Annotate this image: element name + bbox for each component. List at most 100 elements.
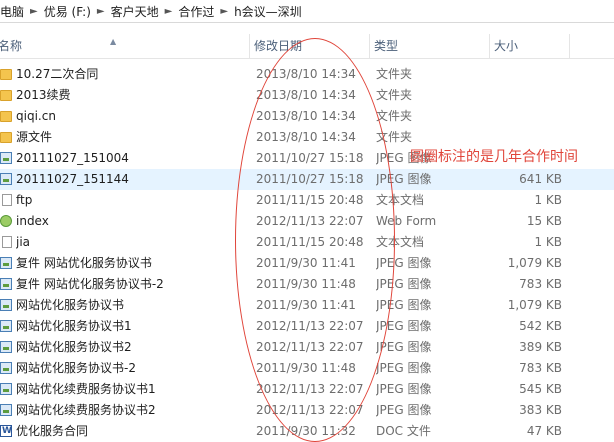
file-row[interactable]: 网站优化续费服务协议书1 2012/11/13 22:07 JPEG 图像 545 K… [0, 379, 614, 400]
file-size: 1 KB [534, 235, 562, 249]
file-name: 网站优化服务协议书2 [16, 340, 132, 354]
file-date: 2012/11/13 22:07 [256, 403, 364, 417]
word-doc-icon [0, 421, 12, 442]
file-name: 20111027_151004 [16, 151, 129, 165]
file-row[interactable]: qiqi.cn 2013/8/10 14:34 文件夹 [0, 106, 614, 127]
file-row[interactable]: 20111027_151144 2011/10/27 15:18 JPEG 图像 64… [0, 169, 614, 190]
file-name: 网站优化续费服务协议书1 [16, 382, 156, 396]
file-name: jia [16, 235, 31, 249]
file-type: JPEG 图像 [376, 340, 432, 354]
file-date: 2011/11/15 20:48 [256, 193, 364, 207]
file-name: 优化服务合同 [16, 424, 89, 438]
file-size: 1,079 KB [507, 256, 562, 270]
column-header-size[interactable]: 大小 [490, 34, 570, 58]
file-type: JPEG 图像 [376, 319, 432, 333]
file-name: 网站优化续费服务协议书2 [16, 403, 156, 417]
file-date: 2011/10/27 15:18 [256, 151, 364, 165]
file-date: 2011/9/30 11:32 [256, 424, 356, 438]
file-type: JPEG 图像 [376, 382, 432, 396]
file-date: 2013/8/10 14:34 [256, 88, 356, 102]
file-date: 2013/8/10 14:34 [256, 109, 356, 123]
folder-icon [0, 90, 12, 101]
file-row[interactable]: 网站优化续费服务协议书2 2012/11/13 22:07 JPEG 图像 383 K… [0, 400, 614, 421]
column-header-name[interactable]: ▲ 名称 [0, 34, 250, 58]
image-icon [0, 383, 12, 395]
file-date: 2012/11/13 22:07 [256, 340, 364, 354]
file-date: 2011/11/15 20:48 [256, 235, 364, 249]
file-row[interactable]: 复件 网站优化服务协议书 2011/9/30 11:41 JPEG 图像 1,079 … [0, 253, 614, 274]
file-row[interactable]: 网站优化服务协议书-2 2011/9/30 11:48 JPEG 图像 783 KB [0, 358, 614, 379]
breadcrumb-computer[interactable]: 电脑 [0, 3, 30, 20]
file-name: 2013续费 [16, 88, 71, 102]
chevron-right-icon[interactable]: ► [165, 6, 179, 17]
image-icon [0, 299, 12, 311]
breadcrumb-cooperated[interactable]: 合作过 [178, 3, 220, 20]
file-row[interactable]: ftp 2011/11/15 20:48 文本文档 1 KB [0, 190, 614, 211]
chevron-right-icon[interactable]: ► [30, 6, 44, 17]
file-size: 783 KB [519, 361, 562, 375]
image-icon [0, 152, 12, 164]
chevron-right-icon[interactable]: ► [97, 6, 111, 17]
file-date: 2013/8/10 14:34 [256, 67, 356, 81]
file-name: 网站优化服务协议书1 [16, 319, 132, 333]
web-form-icon [0, 215, 12, 227]
address-bar[interactable]: 电脑 ► 优易 (F:) ► 客户天地 ► 合作过 ► h会议—深圳 [0, 0, 614, 23]
image-icon [0, 320, 12, 332]
file-name: 网站优化服务协议书 [16, 298, 125, 312]
file-name: index [16, 214, 49, 228]
file-row[interactable]: index 2012/11/13 22:07 Web Form 15 KB [0, 211, 614, 232]
text-file-icon [2, 194, 12, 206]
file-name: ftp [16, 193, 33, 207]
file-type: 文件夹 [376, 109, 413, 123]
file-row[interactable]: 网站优化服务协议书 2011/9/30 11:41 JPEG 图像 1,079 KB [0, 295, 614, 316]
folder-icon [0, 69, 12, 80]
file-size [490, 85, 562, 106]
breadcrumb-current-folder[interactable]: h会议—深圳 [234, 3, 308, 20]
file-size [490, 106, 562, 127]
file-date: 2013/8/10 14:34 [256, 130, 356, 144]
file-name: 源文件 [16, 130, 53, 144]
file-size: 1,079 KB [507, 298, 562, 312]
file-type: JPEG 图像 [376, 172, 432, 186]
file-size [490, 127, 562, 148]
file-size: 383 KB [519, 403, 562, 417]
file-row[interactable]: jia 2011/11/15 20:48 文本文档 1 KB [0, 232, 614, 253]
file-name: 20111027_151144 [16, 172, 129, 186]
file-row[interactable]: 2013续费 2013/8/10 14:34 文件夹 [0, 85, 614, 106]
breadcrumb-drive[interactable]: 优易 (F:) [44, 3, 97, 20]
file-row[interactable]: 源文件 2013/8/10 14:34 文件夹 [0, 127, 614, 148]
file-name: 10.27二次合同 [16, 67, 99, 81]
file-type: JPEG 图像 [376, 298, 432, 312]
column-header: ▲ 名称 修改日期 类型 大小 [0, 34, 614, 59]
file-type: 文本文档 [376, 235, 425, 249]
file-size: 542 KB [519, 319, 562, 333]
file-list: 10.27二次合同 2013/8/10 14:34 文件夹 2013续费 2013/8/… [0, 64, 614, 442]
file-row[interactable]: 10.27二次合同 2013/8/10 14:34 文件夹 [0, 64, 614, 85]
file-type: Web Form [376, 214, 437, 228]
file-size: 1 KB [534, 193, 562, 207]
file-size: 783 KB [519, 277, 562, 291]
chevron-right-icon[interactable]: ► [220, 6, 234, 17]
image-icon [0, 362, 12, 374]
column-header-date[interactable]: 修改日期 [250, 34, 370, 58]
file-name: 网站优化服务协议书-2 [16, 361, 136, 375]
file-date: 2011/9/30 11:41 [256, 298, 356, 312]
file-type: 文本文档 [376, 193, 425, 207]
file-name: 复件 网站优化服务协议书 [16, 256, 152, 270]
file-date: 2011/9/30 11:48 [256, 277, 356, 291]
file-date: 2012/11/13 22:07 [256, 214, 364, 228]
file-name: 复件 网站优化服务协议书-2 [16, 277, 164, 291]
file-date: 2011/10/27 15:18 [256, 172, 364, 186]
file-date: 2011/9/30 11:48 [256, 361, 356, 375]
file-row[interactable]: 优化服务合同 2011/9/30 11:32 DOC 文件 47 KB [0, 421, 614, 442]
file-row[interactable]: 网站优化服务协议书1 2012/11/13 22:07 JPEG 图像 542 KB [0, 316, 614, 337]
breadcrumb-customers[interactable]: 客户天地 [111, 3, 165, 20]
image-icon [0, 173, 12, 185]
column-header-type[interactable]: 类型 [370, 34, 490, 58]
file-type: JPEG 图像 [376, 277, 432, 291]
file-row[interactable]: 复件 网站优化服务协议书-2 2011/9/30 11:48 JPEG 图像 783 … [0, 274, 614, 295]
file-row[interactable]: 网站优化服务协议书2 2012/11/13 22:07 JPEG 图像 389 KB [0, 337, 614, 358]
file-type: 文件夹 [376, 67, 413, 81]
image-icon [0, 278, 12, 290]
annotation-note: 圆圈标注的是几年合作时间 [410, 149, 578, 165]
